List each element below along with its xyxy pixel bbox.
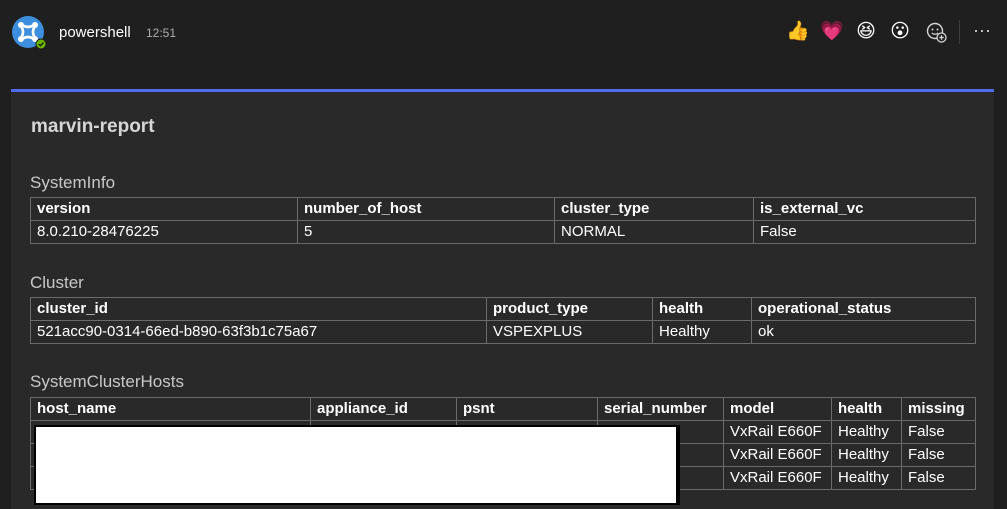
column-header: operational_status xyxy=(751,297,976,321)
laugh-icon[interactable]: 😆 xyxy=(852,18,880,46)
column-header: health xyxy=(831,397,902,421)
message-header: powershell 12:51 👍 💗 😆 😮 ··· xyxy=(0,0,1007,64)
sender-name[interactable]: powershell xyxy=(59,24,131,41)
message-time: 12:51 xyxy=(146,26,177,40)
reaction-bar: 👍 💗 😆 😮 xyxy=(784,18,956,46)
column-header: cluster_type xyxy=(554,197,754,221)
table-cell: False xyxy=(901,466,976,490)
table-cell: Healthy xyxy=(831,443,902,467)
table-row: 521acc90-0314-66ed-b890-63f3b1c75a67 VSP… xyxy=(30,320,976,344)
table-header-row: version number_of_host cluster_type is_e… xyxy=(30,197,976,221)
table-cell: 521acc90-0314-66ed-b890-63f3b1c75a67 xyxy=(30,320,487,344)
table-cell: Healthy xyxy=(831,420,902,444)
table-cell: 8.0.210-28476225 xyxy=(30,220,298,244)
table-cell: False xyxy=(901,420,976,444)
table-cell: ok xyxy=(751,320,976,344)
column-header: serial_number xyxy=(597,397,724,421)
column-header: is_external_vc xyxy=(753,197,976,221)
table-cell: False xyxy=(753,220,976,244)
section-label-systeminfo: SystemInfo xyxy=(30,173,116,192)
table-cell: False xyxy=(901,443,976,467)
table-cell: VxRail E660F xyxy=(723,443,832,467)
toolbar-divider xyxy=(959,20,960,44)
table-cell: Healthy xyxy=(652,320,752,344)
table-cell: VxRail E660F xyxy=(723,420,832,444)
column-header: appliance_id xyxy=(310,397,457,421)
column-header: cluster_id xyxy=(30,297,487,321)
table-cell: Healthy xyxy=(831,466,902,490)
add-reaction-icon[interactable] xyxy=(922,18,950,46)
powershell-avatar-icon[interactable] xyxy=(11,15,47,51)
column-header: health xyxy=(652,297,752,321)
column-header: psnt xyxy=(456,397,598,421)
cluster-table: cluster_id product_type health operation… xyxy=(30,297,976,344)
section-label-systemclusterhosts: SystemClusterHosts xyxy=(30,372,184,391)
card-title: marvin-report xyxy=(31,116,155,137)
adaptive-card: marvin-report SystemInfo version number_… xyxy=(11,89,994,509)
table-row: 8.0.210-28476225 5 NORMAL False xyxy=(30,220,976,244)
table-cell: VSPEXPLUS xyxy=(486,320,653,344)
column-header: version xyxy=(30,197,298,221)
section-label-cluster: Cluster xyxy=(30,273,84,292)
table-header-row: host_name appliance_id psnt serial_numbe… xyxy=(30,397,976,421)
column-header: number_of_host xyxy=(297,197,555,221)
surprised-icon[interactable]: 😮 xyxy=(886,18,914,46)
table-header-row: cluster_id product_type health operation… xyxy=(30,297,976,321)
column-header: model xyxy=(723,397,832,421)
table-cell: NORMAL xyxy=(554,220,754,244)
thumbs-up-icon[interactable]: 👍 xyxy=(784,18,812,46)
column-header: product_type xyxy=(486,297,653,321)
table-cell: VxRail E660F xyxy=(723,466,832,490)
systeminfo-table: version number_of_host cluster_type is_e… xyxy=(30,197,976,244)
column-header: host_name xyxy=(30,397,311,421)
heart-icon[interactable]: 💗 xyxy=(818,18,846,46)
redaction-overlay xyxy=(34,425,680,505)
column-header: missing xyxy=(901,397,976,421)
more-options-button[interactable]: ··· xyxy=(968,20,996,44)
table-cell: 5 xyxy=(297,220,555,244)
